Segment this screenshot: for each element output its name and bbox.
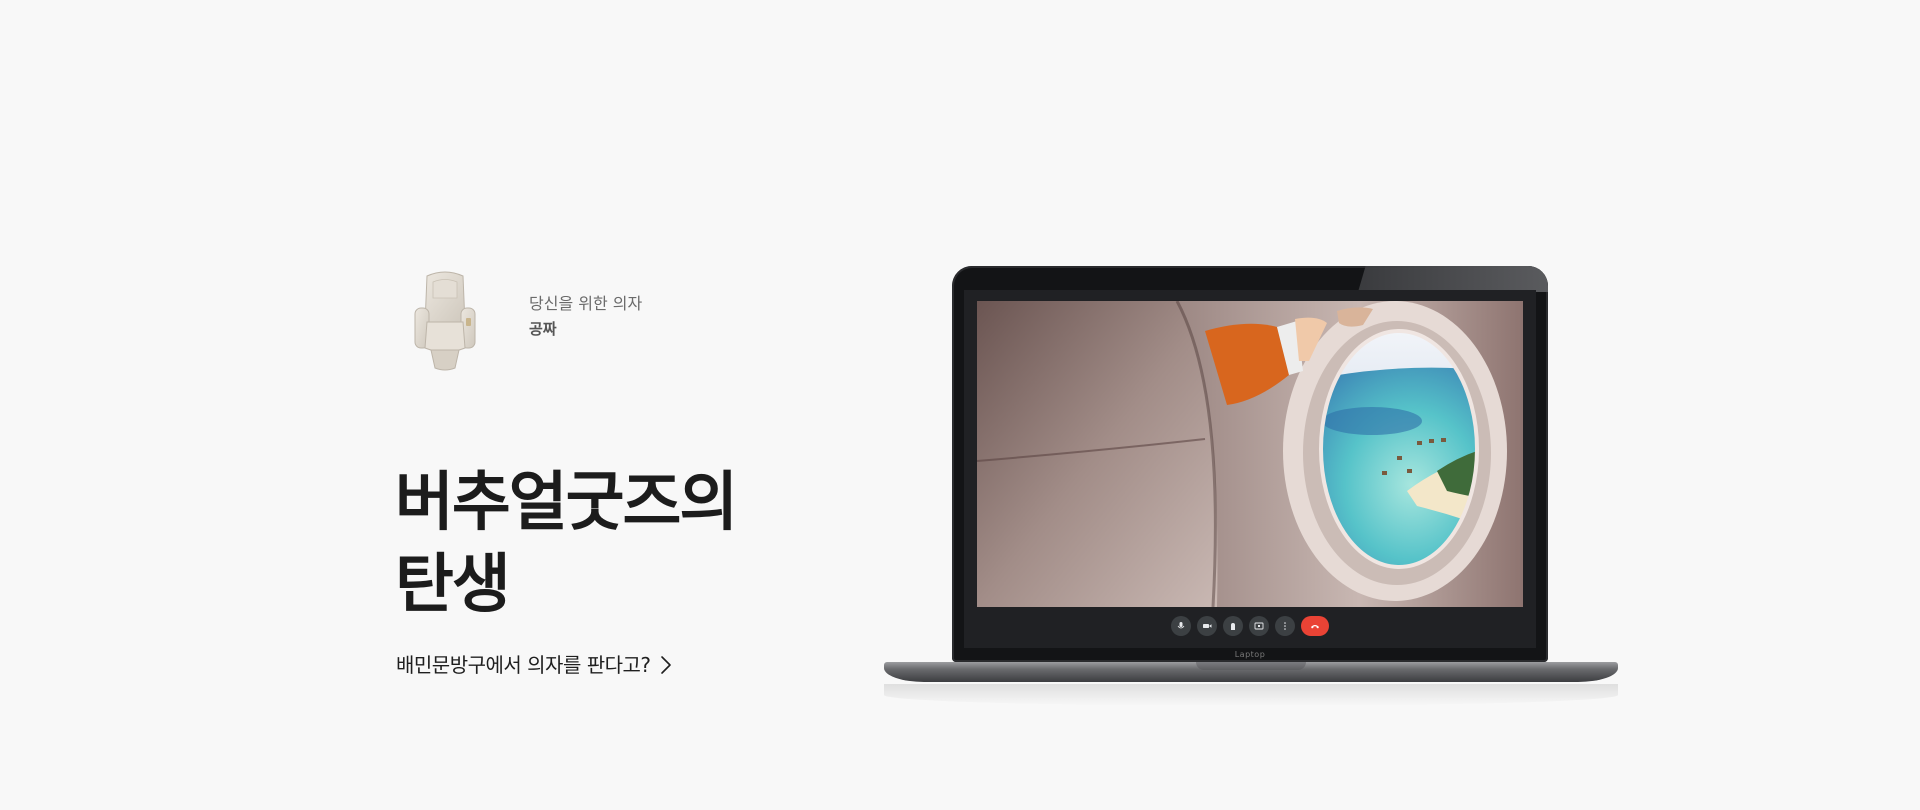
video-call-feed xyxy=(977,301,1523,607)
hero-section: 당신을 위한 의자 공짜 버추얼굿즈의 탄생 배민문방구에서 의자를 판다고? xyxy=(0,0,1920,810)
headline-line-2: 탄생 xyxy=(395,548,511,622)
laptop-notch xyxy=(1196,662,1306,670)
laptop-label: Laptop xyxy=(1234,650,1266,659)
laptop-lid: Laptop xyxy=(952,266,1548,662)
chevron-right-icon xyxy=(659,655,673,675)
present-screen-icon[interactable] xyxy=(1249,616,1269,636)
article-link-label: 배민문방구에서 의자를 판다고? xyxy=(396,653,651,677)
airplane-window-image xyxy=(977,301,1523,607)
page-headline: 버추얼굿즈의 탄생 xyxy=(395,462,855,626)
product-card: 당신을 위한 의자 공짜 xyxy=(405,268,642,372)
more-options-icon[interactable] xyxy=(1275,616,1295,636)
product-name: 공짜 xyxy=(529,320,557,338)
camera-icon[interactable] xyxy=(1197,616,1217,636)
laptop-screen xyxy=(964,290,1536,648)
product-info: 당신을 위한 의자 공짜 xyxy=(529,292,642,340)
lid-glare xyxy=(1358,266,1548,292)
headline-line-1: 버추얼굿즈의 xyxy=(395,466,738,540)
laptop-mockup: Laptop xyxy=(884,266,1618,706)
chair-icon xyxy=(405,268,485,372)
article-link[interactable]: 배민문방구에서 의자를 판다고? xyxy=(396,650,673,680)
end-call-icon[interactable] xyxy=(1301,616,1329,636)
raise-hand-icon[interactable] xyxy=(1223,616,1243,636)
call-controls xyxy=(964,613,1536,639)
laptop-base xyxy=(884,662,1618,682)
laptop-shadow xyxy=(884,684,1618,706)
microphone-icon[interactable] xyxy=(1171,616,1191,636)
product-subtitle: 당신을 위한 의자 xyxy=(529,294,643,313)
